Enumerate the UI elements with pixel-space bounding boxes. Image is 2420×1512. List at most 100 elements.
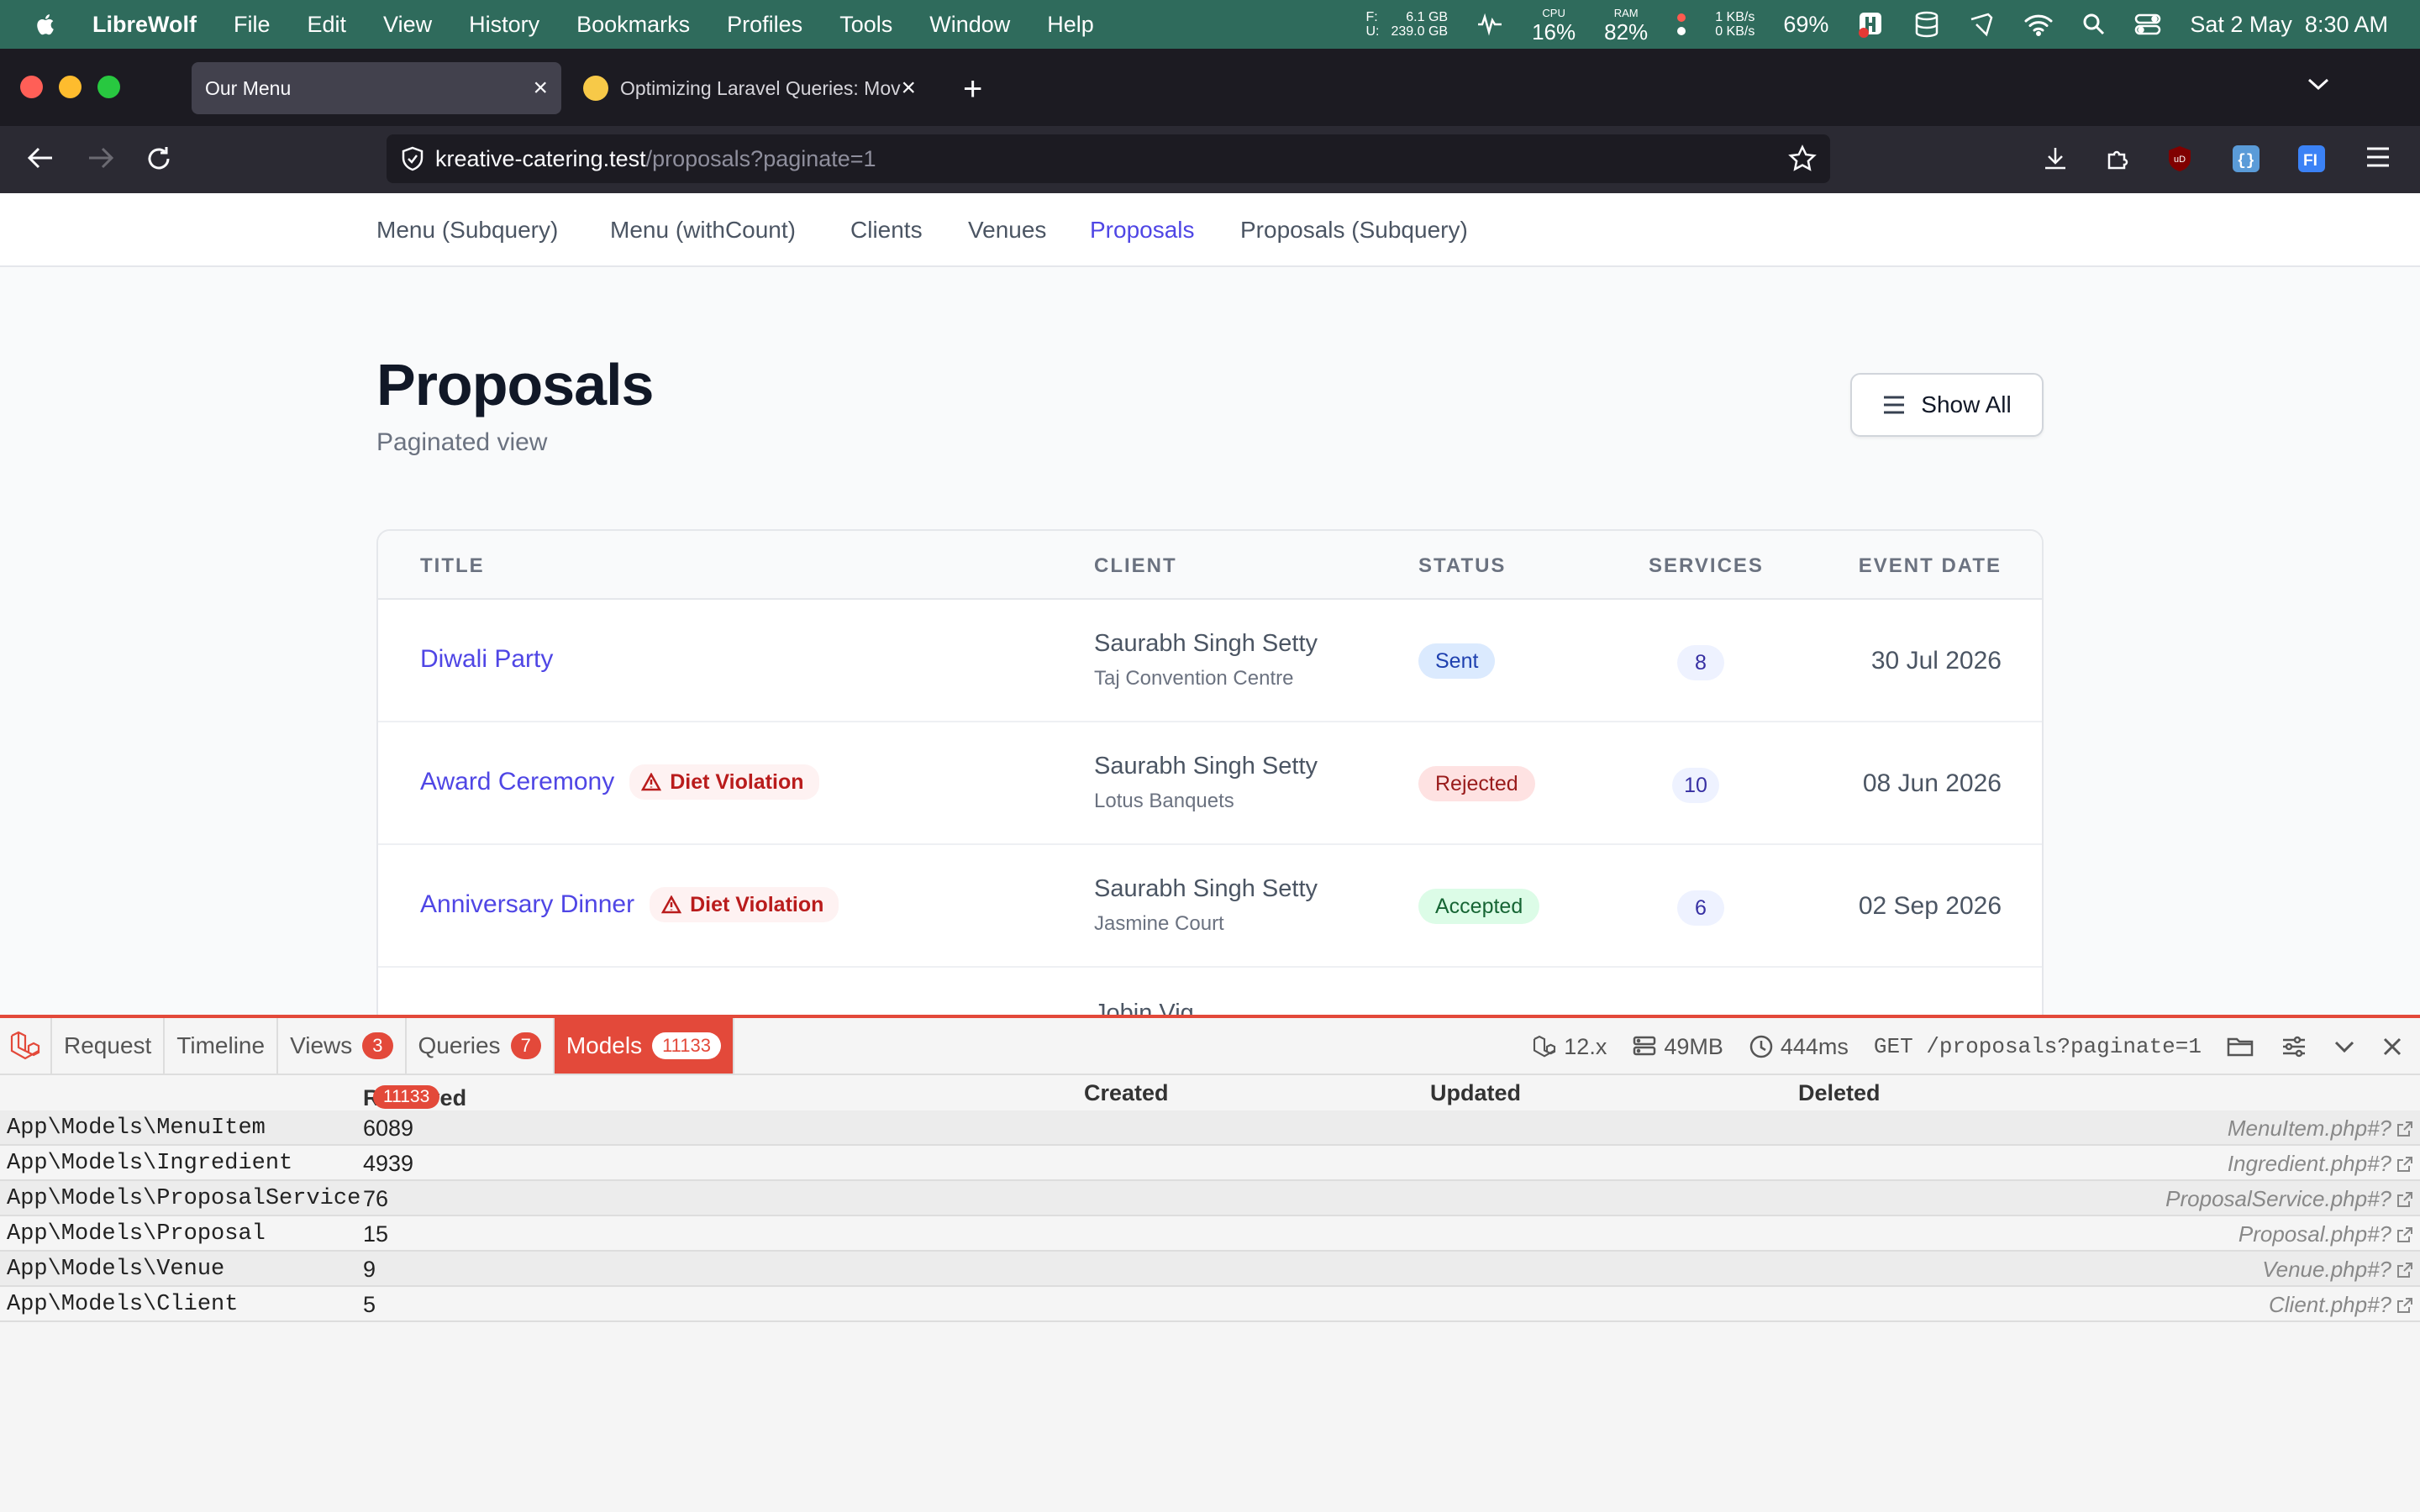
debugbar-tab-views[interactable]: Views 3 [278,1018,407,1074]
site-nav: Menu (Subquery) Menu (withCount) Clients… [0,193,2420,267]
ublock-icon[interactable]: uD [2166,144,2193,177]
disk-u-value: 239.0 GB [1391,24,1449,39]
menu-history[interactable]: History [469,12,539,38]
request-duration[interactable]: 444ms [1749,1034,1849,1060]
tab-our-menu[interactable]: Our Menu × [192,62,561,114]
control-center-icon[interactable] [2134,13,2161,36]
external-link-icon[interactable] [2396,1226,2413,1243]
hamburger-menu-icon[interactable] [2365,144,2391,174]
tab-list-chevron-icon[interactable] [2306,76,2331,97]
diet-violation-badge: Diet Violation [629,764,819,800]
network-stats[interactable]: 1 KB/s 0 KB/s [1715,10,1754,39]
menu-window[interactable]: Window [929,12,1010,38]
model-retrieved-count: 9 [363,1257,376,1282]
shield-menubar-icon[interactable] [1968,11,1995,38]
show-all-button[interactable]: Show All [1850,373,2044,437]
laravel-logo-icon[interactable] [0,1018,52,1074]
font-inspector-icon[interactable]: FI [2297,144,2326,177]
memory-usage[interactable]: 49MB [1632,1034,1723,1060]
window-minimize-button[interactable] [59,76,82,98]
window-close-button[interactable] [20,76,43,98]
model-file-link[interactable]: ProposalService.php#? [2165,1186,2391,1212]
nav-menu-subquery[interactable]: Menu (Subquery) [376,217,558,244]
network-dots-icon[interactable] [1676,12,1686,37]
menu-file[interactable]: File [234,12,271,38]
nav-proposals-subquery[interactable]: Proposals (Subquery) [1240,217,1468,244]
window-maximize-button[interactable] [97,76,120,98]
disk-stats[interactable]: F: U: 6.1 GB 239.0 GB [1365,10,1448,39]
settings-sliders-icon[interactable] [2281,1034,2314,1059]
url-bar[interactable]: kreative-catering.test/proposals?paginat… [387,134,1830,183]
model-name: App\Models\Venue [7,1257,225,1282]
extensions-icon[interactable] [2104,144,2131,176]
menu-view[interactable]: View [383,12,432,38]
diet-violation-label: Diet Violation [690,892,824,916]
spotlight-search-icon[interactable] [2082,13,2106,36]
clock-datetime[interactable]: Sat 2 May 8:30 AM [2190,12,2388,38]
close-debugbar-icon[interactable] [2381,1036,2410,1058]
proposal-title[interactable]: Diwali Party [420,645,553,674]
external-link-icon[interactable] [2396,1262,2413,1278]
nav-clients[interactable]: Clients [850,217,923,244]
cpu-stat[interactable]: CPU 16% [1532,6,1576,43]
tab-optimizing-laravel[interactable]: Optimizing Laravel Queries: Mov × [576,62,929,114]
shield-icon[interactable] [400,145,425,172]
minimize-chevron-icon[interactable] [2333,1038,2363,1055]
menu-help[interactable]: Help [1047,12,1094,38]
nav-menu-withcount[interactable]: Menu (withCount) [610,217,796,244]
proposal-title-link[interactable]: Award Ceremony Diet Violation [420,764,819,800]
model-file-link[interactable]: Venue.php#? [2262,1257,2391,1283]
laravel-version-value: 12.x [1564,1033,1607,1059]
battery-percent[interactable]: 69% [1783,12,1828,38]
laravel-version[interactable]: 12.x [1532,1034,1607,1060]
proposal-title[interactable]: Award Ceremony [420,768,614,796]
reload-icon[interactable] [145,144,173,177]
menu-bookmarks[interactable]: Bookmarks [576,12,690,38]
wifi-icon[interactable] [2023,13,2054,36]
proposal-title-link[interactable]: Diwali Party [420,645,553,674]
downloads-icon[interactable] [2042,144,2069,176]
database-icon[interactable] [1914,11,1939,38]
table-row[interactable]: Anniversary Dinner Diet Violation Saurab… [378,845,2042,968]
models-table-header: Retrieved 11133 Created Updated Deleted [0,1075,2420,1110]
external-link-icon[interactable] [2396,1191,2413,1208]
external-link-icon[interactable] [2396,1121,2413,1137]
close-icon[interactable]: × [533,74,548,102]
hammer-app-icon[interactable] [1857,10,1886,39]
menu-edit[interactable]: Edit [308,12,347,38]
debugbar-tab-queries[interactable]: Queries 7 [407,1018,555,1074]
close-icon[interactable]: × [901,74,916,102]
menu-tools[interactable]: Tools [839,12,892,38]
proposal-title[interactable]: Anniversary Dinner [420,890,634,919]
request-route[interactable]: GET /proposals?paginate=1 [1874,1034,2202,1059]
net-up: 1 KB/s [1715,10,1755,24]
menubar-app-name[interactable]: LibreWolf [92,12,197,38]
back-arrow-icon[interactable] [25,144,55,176]
table-row[interactable]: Diwali Party Saurabh Singh Setty Taj Con… [378,600,2042,722]
model-file-link[interactable]: Proposal.php#? [2238,1221,2391,1247]
model-file-link[interactable]: Client.php#? [2269,1292,2391,1318]
activity-icon[interactable] [1476,13,1503,36]
menu-profiles[interactable]: Profiles [727,12,802,38]
external-link-icon[interactable] [2396,1156,2413,1173]
svg-text:{}: {} [2237,153,2255,170]
external-link-icon[interactable] [2396,1297,2413,1314]
model-file-link[interactable]: MenuItem.php#? [2228,1116,2391,1142]
bookmark-star-icon[interactable] [1788,144,1817,173]
ram-stat[interactable]: RAM 82% [1604,6,1648,43]
json-formatter-icon[interactable]: {} [2232,144,2260,177]
apple-icon[interactable] [34,12,59,37]
model-name: App\Models\Proposal [7,1221,266,1247]
new-tab-button[interactable]: + [963,71,982,108]
debugbar-tab-models[interactable]: Models 11133 [554,1018,734,1074]
model-file-link[interactable]: Ingredient.php#? [2228,1151,2391,1177]
duration-value: 444ms [1780,1033,1849,1059]
debugbar-tab-request[interactable]: Request [52,1018,166,1074]
nav-proposals[interactable]: Proposals [1090,217,1195,244]
debugbar-tab-timeline[interactable]: Timeline [165,1018,279,1074]
open-folder-icon[interactable] [2227,1034,2262,1059]
nav-venues[interactable]: Venues [968,217,1046,244]
proposal-title-link[interactable]: Anniversary Dinner Diet Violation [420,887,839,922]
model-row: App\Models\Ingredient 4939 Ingredient.ph… [0,1146,2420,1181]
table-row[interactable]: Award Ceremony Diet Violation Saurabh Si… [378,722,2042,845]
